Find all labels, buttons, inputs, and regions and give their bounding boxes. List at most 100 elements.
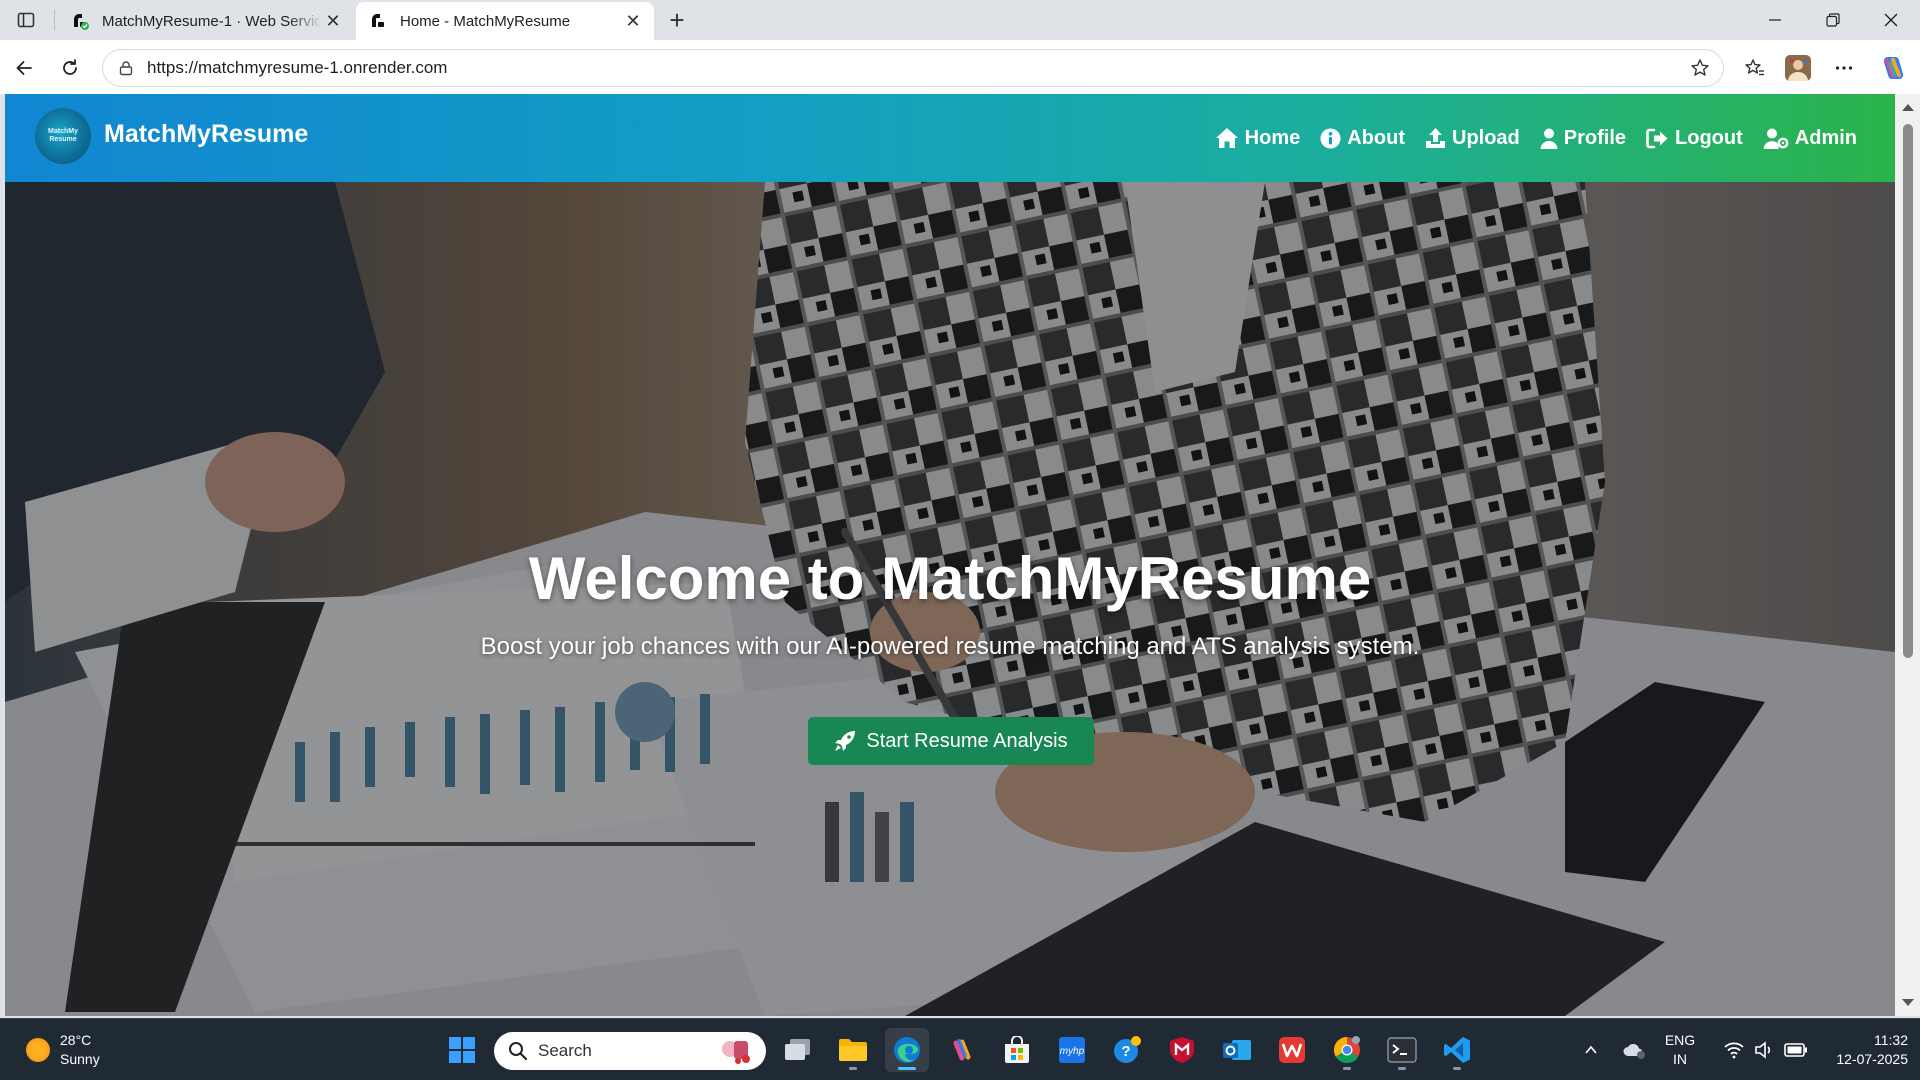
- search-placeholder: Search: [538, 1041, 592, 1060]
- hero-title: Welcome to MatchMyResume: [528, 545, 1372, 612]
- microsoft-store-button[interactable]: [995, 1028, 1039, 1072]
- favorites-button[interactable]: [1739, 52, 1771, 84]
- refresh-icon: [63, 59, 77, 75]
- logout-icon: [1646, 128, 1668, 148]
- browser-tab-home[interactable]: Home - MatchMyResume ✕: [356, 2, 654, 40]
- task-view-button[interactable]: [776, 1028, 820, 1072]
- upload-icon: [1426, 128, 1445, 148]
- nav-logout-label: Logout: [1675, 126, 1743, 149]
- copilot-button[interactable]: [1877, 52, 1909, 84]
- nav-admin-link[interactable]: Admin: [1763, 127, 1857, 150]
- nav-about-label: About: [1347, 126, 1405, 149]
- nav-admin-label: Admin: [1794, 126, 1857, 149]
- browser-tab-render-dashboard[interactable]: MatchMyResume-1 · Web Service ✕: [58, 2, 354, 40]
- more-options-button[interactable]: [1828, 52, 1860, 84]
- scrollbar-thumb[interactable]: [1903, 124, 1913, 658]
- scroll-down-arrow-icon[interactable]: [1902, 999, 1914, 1006]
- refresh-button[interactable]: [52, 50, 88, 86]
- copilot-icon: [1883, 56, 1904, 79]
- terminal-icon: [1387, 1037, 1417, 1063]
- weather-description: Sunny: [60, 1051, 100, 1067]
- clock[interactable]: 11:32 12-07-2025: [1812, 1031, 1908, 1069]
- nav-profile-label: Profile: [1563, 126, 1627, 149]
- site-navbar: MatchMy Resume MatchMyResume Home About …: [5, 94, 1895, 182]
- chrome-button[interactable]: [1325, 1028, 1369, 1072]
- favorites-icon: [1745, 59, 1764, 76]
- restore-icon: [1826, 13, 1840, 27]
- taskbar-search-box[interactable]: Search: [494, 1032, 766, 1070]
- weather-widget[interactable]: 28°C Sunny: [26, 1031, 100, 1069]
- tab-title: Home - MatchMyResume: [400, 12, 571, 30]
- search-icon: [509, 1042, 528, 1061]
- quick-settings-button[interactable]: [1706, 1028, 1826, 1072]
- start-resume-analysis-button[interactable]: Start Resume Analysis: [808, 717, 1094, 765]
- chevron-up-icon: [1585, 1045, 1597, 1054]
- volume-icon: [1755, 1041, 1771, 1059]
- admin-icon: [1763, 128, 1789, 149]
- start-button[interactable]: [440, 1028, 484, 1072]
- new-tab-button[interactable]: +: [662, 5, 692, 35]
- chrome-icon: [1333, 1036, 1360, 1064]
- edge-icon: [894, 1037, 920, 1063]
- hp-app-button[interactable]: myhp: [1050, 1028, 1094, 1072]
- hero-content: Welcome to MatchMyResume Boost your job …: [5, 182, 1895, 1016]
- vscode-button[interactable]: [1435, 1028, 1479, 1072]
- nav-links: Home About Upload Profile Logout Admin: [1215, 94, 1857, 182]
- help-icon: ?: [1114, 1036, 1141, 1063]
- file-explorer-button[interactable]: [831, 1028, 875, 1072]
- page-scrollbar[interactable]: [1895, 94, 1920, 1016]
- wifi-icon: [1724, 1042, 1744, 1059]
- sun-icon: [26, 1038, 50, 1062]
- avatar-icon: [1785, 55, 1811, 81]
- nav-upload-link[interactable]: Upload: [1425, 127, 1520, 150]
- running-indicator: [1343, 1067, 1351, 1070]
- close-tab-icon[interactable]: ✕: [622, 10, 644, 32]
- nav-logout-link[interactable]: Logout: [1646, 127, 1743, 150]
- nav-upload-label: Upload: [1452, 126, 1520, 149]
- cta-label: Start Resume Analysis: [866, 729, 1068, 752]
- profile-avatar-button[interactable]: [1782, 52, 1814, 84]
- brand-name[interactable]: MatchMyResume: [104, 120, 308, 149]
- edge-browser-button[interactable]: [885, 1028, 929, 1072]
- more-dots-icon: [1835, 66, 1853, 70]
- folder-icon: [839, 1039, 867, 1061]
- svg-text:myhp: myhp: [1060, 1046, 1085, 1057]
- url-text[interactable]: https://matchmyresume-1.onrender.com: [147, 58, 1685, 78]
- minimize-button[interactable]: [1746, 0, 1804, 40]
- nav-about-link[interactable]: About: [1320, 127, 1405, 150]
- minimize-icon: [1769, 19, 1781, 21]
- tab-actions-button[interactable]: [10, 6, 42, 34]
- close-window-button[interactable]: [1862, 0, 1920, 40]
- outlook-button[interactable]: [1215, 1028, 1259, 1072]
- clock-time: 11:32: [1874, 1032, 1908, 1048]
- terminal-button[interactable]: [1380, 1028, 1424, 1072]
- running-indicator: [1453, 1067, 1461, 1070]
- language-indicator[interactable]: ENG IN: [1660, 1031, 1700, 1069]
- restore-button[interactable]: [1804, 0, 1862, 40]
- favorite-star-icon[interactable]: [1685, 53, 1715, 83]
- back-button[interactable]: [6, 50, 42, 86]
- onedrive-button[interactable]: [1612, 1028, 1656, 1072]
- wps-office-button[interactable]: [1270, 1028, 1314, 1072]
- close-tab-icon[interactable]: ✕: [322, 10, 344, 32]
- show-hidden-icons-button[interactable]: [1569, 1028, 1613, 1072]
- rocket-icon: [835, 731, 856, 751]
- language-code: ENG: [1664, 1032, 1696, 1048]
- clock-date: 12-07-2025: [1836, 1051, 1908, 1067]
- nav-profile-link[interactable]: Profile: [1540, 127, 1626, 150]
- task-view-icon: [785, 1039, 810, 1060]
- scroll-up-arrow-icon[interactable]: [1902, 104, 1914, 111]
- site-info-icon[interactable]: [113, 55, 139, 81]
- copilot-app-button[interactable]: [940, 1028, 984, 1072]
- browser-tab-strip: MatchMyResume-1 · Web Service ✕ Home - M…: [0, 0, 1920, 40]
- nav-home-link[interactable]: Home: [1215, 126, 1301, 150]
- brand-logo-text: MatchMy Resume: [48, 128, 78, 143]
- address-bar[interactable]: https://matchmyresume-1.onrender.com: [102, 49, 1724, 87]
- mcafee-button[interactable]: [1160, 1028, 1204, 1072]
- hero-section: Welcome to MatchMyResume Boost your job …: [5, 182, 1895, 1016]
- home-icon: [1215, 128, 1238, 148]
- nav-home-label: Home: [1244, 126, 1301, 149]
- get-help-button[interactable]: ?: [1105, 1028, 1149, 1072]
- brand-logo[interactable]: MatchMy Resume: [35, 108, 91, 164]
- windows-taskbar: 28°C Sunny Search myhp ? ENG IN 11:32 12…: [0, 1018, 1920, 1080]
